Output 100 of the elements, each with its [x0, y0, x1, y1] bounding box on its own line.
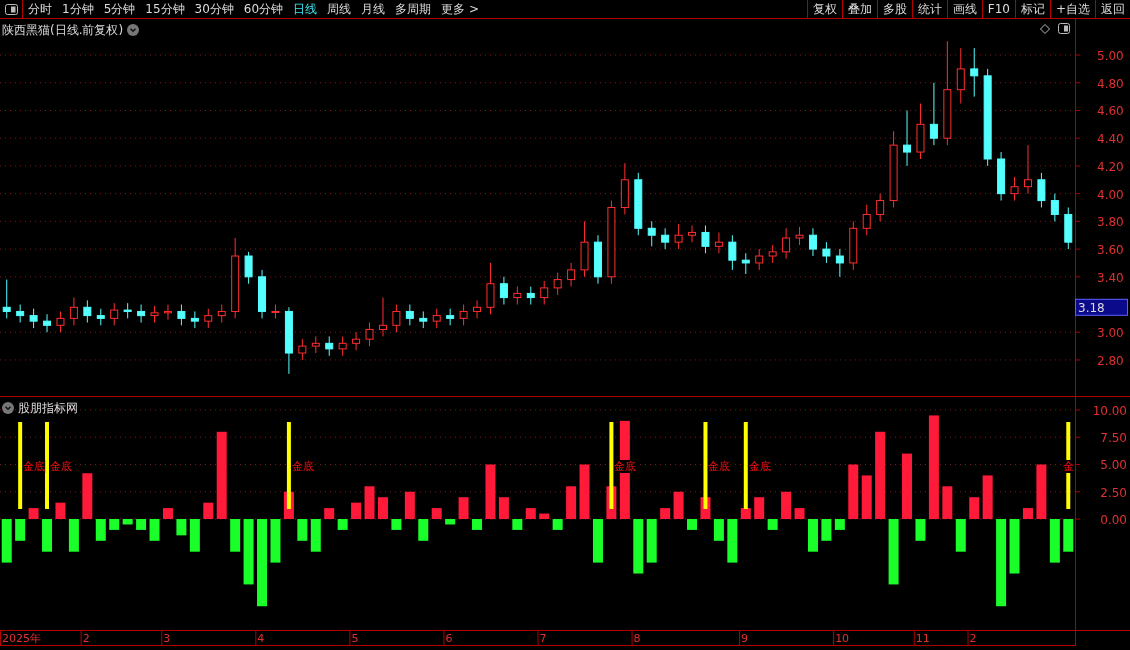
- date-label: 5: [351, 632, 359, 645]
- period-tab[interactable]: 30分钟: [189, 0, 239, 18]
- candlestick: [486, 262, 495, 315]
- signal-label: 金底: [614, 460, 637, 473]
- indicator-bar: [55, 502, 66, 519]
- indicator-bar: [136, 519, 147, 530]
- diamond-icon[interactable]: [1040, 23, 1050, 34]
- period-tab[interactable]: 多周期: [390, 0, 437, 18]
- candlestick: [338, 335, 347, 357]
- period-tab[interactable]: 5分钟: [98, 0, 141, 18]
- candlestick: [459, 304, 468, 326]
- candlestick: [1023, 144, 1032, 195]
- toolbar-button[interactable]: +自选: [1049, 0, 1095, 18]
- toolbar-button[interactable]: 统计: [911, 0, 947, 18]
- indicator-bar: [1, 519, 12, 563]
- candlestick: [997, 151, 1006, 202]
- indicator-bar: [566, 486, 577, 519]
- toolbar-button[interactable]: 画线: [946, 0, 982, 18]
- candlestick: [110, 302, 119, 326]
- indicator-bar: [42, 519, 53, 552]
- indicator-bar: [404, 491, 415, 519]
- candlestick: [311, 335, 320, 354]
- candlestick: [392, 304, 401, 333]
- toolbar-button[interactable]: 复权: [806, 0, 842, 18]
- candlestick: [513, 286, 522, 305]
- period-tab[interactable]: 日线: [288, 0, 323, 18]
- indicator-bar: [1063, 519, 1074, 552]
- indicator-bar: [727, 519, 738, 563]
- axis-label: 3.00: [1097, 326, 1124, 341]
- indicator-bar: [68, 519, 79, 552]
- period-tab[interactable]: 60分钟: [238, 0, 289, 18]
- candlestick: [1064, 207, 1073, 250]
- period-tab[interactable]: 月线: [356, 0, 391, 18]
- candlestick: [755, 248, 764, 271]
- signal-label: 金底: [748, 460, 771, 473]
- candlestick: [190, 310, 199, 329]
- candlestick: [862, 204, 871, 236]
- axis-label: 4.80: [1097, 76, 1124, 91]
- panel-toggle-icon[interactable]: [1058, 23, 1070, 34]
- indicator-bar: [767, 519, 778, 530]
- indicator-bar: [807, 519, 818, 552]
- period-tab[interactable]: 周线: [322, 0, 357, 18]
- indicator-bar: [552, 519, 563, 530]
- indicator-bar: [794, 508, 805, 519]
- dropdown-icon[interactable]: [127, 24, 140, 36]
- indicator-bar: [982, 475, 993, 519]
- indicator-bar: [525, 508, 536, 519]
- candlestick: [728, 234, 737, 271]
- indicator-bar: [821, 519, 832, 541]
- indicator-bar: [1049, 519, 1060, 563]
- indicator-bar: [633, 519, 644, 574]
- indicator-bar: [122, 519, 133, 525]
- axis-label: 3.60: [1097, 243, 1124, 258]
- indicator-bar: [458, 497, 469, 519]
- dropdown-icon[interactable]: [2, 402, 14, 414]
- indicator-bar: [243, 519, 254, 585]
- candlestick: [56, 310, 65, 333]
- toolbar-button[interactable]: 多股: [876, 0, 912, 18]
- indicator-bar: [472, 519, 483, 530]
- candlestick: [217, 304, 226, 324]
- indicator-bar: [149, 519, 160, 541]
- signal-label: 金底: [291, 460, 314, 473]
- period-tab[interactable]: 15分钟: [140, 0, 190, 18]
- indicator-bar: [539, 513, 550, 519]
- candlestick: [298, 338, 307, 361]
- toolbar-button[interactable]: F10: [981, 0, 1015, 18]
- axis-label: 4.40: [1097, 132, 1124, 147]
- axis-label: 7.50: [1100, 431, 1127, 446]
- candlestick: [593, 234, 602, 285]
- candlestick: [526, 286, 535, 305]
- candlestick: [808, 227, 817, 257]
- axis-label: 4.60: [1097, 104, 1124, 119]
- candlestick: [405, 304, 414, 326]
- candlestick: [43, 313, 52, 333]
- candlestick: [580, 220, 589, 278]
- period-tab[interactable]: 分时: [23, 0, 57, 18]
- indicator-bar: [861, 475, 872, 519]
- indicator-bar: [310, 519, 321, 552]
- toolbar-button[interactable]: 标记: [1014, 0, 1050, 18]
- period-tab[interactable]: 1分钟: [57, 0, 99, 18]
- indicator-bar: [687, 519, 698, 530]
- candlestick: [916, 103, 925, 160]
- indicator-bar: [95, 519, 106, 541]
- candlestick: [352, 331, 361, 351]
- date-label: 2: [82, 632, 90, 645]
- indicator-bar: [431, 508, 442, 519]
- axis-label: 3.80: [1097, 215, 1124, 230]
- indicator-bar: [1009, 519, 1020, 574]
- candlestick: [1010, 176, 1019, 202]
- date-label: 6: [445, 632, 453, 645]
- candlestick: [929, 82, 938, 146]
- toolbar-button[interactable]: 返回: [1095, 0, 1130, 18]
- toolbar-button[interactable]: 叠加: [841, 0, 877, 18]
- indicator-bar: [364, 486, 375, 519]
- candlestick: [69, 297, 78, 326]
- candlestick: [768, 244, 777, 264]
- period-tab[interactable]: 更多 >: [436, 0, 484, 18]
- candlestick: [446, 308, 455, 326]
- candlestick: [661, 227, 670, 250]
- candlestick: [970, 47, 979, 98]
